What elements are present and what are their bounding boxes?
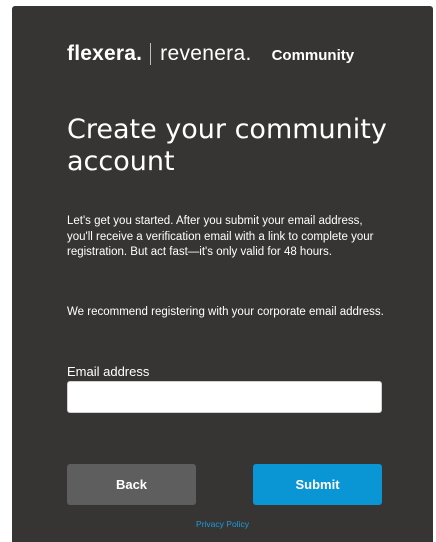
intro-text: Let's get you started. After you submit …	[67, 215, 374, 258]
brand-bar: flexera. revenera. Community	[67, 39, 354, 69]
revenera-logo: revenera.	[160, 42, 252, 65]
page-title: Create your community account	[67, 114, 387, 177]
email-field[interactable]	[67, 381, 382, 413]
back-button[interactable]: Back	[67, 464, 196, 505]
submit-button[interactable]: Submit	[253, 464, 382, 505]
flexera-logo: flexera.	[67, 42, 143, 65]
recommend-text: We recommend registering with your corpo…	[67, 306, 384, 318]
registration-panel: flexera. revenera. Community Create your…	[12, 6, 433, 542]
community-label: Community	[271, 47, 355, 64]
email-label: Email address	[67, 364, 150, 379]
privacy-policy-link[interactable]: Privacy Policy	[12, 519, 433, 529]
logo-divider	[150, 43, 152, 65]
